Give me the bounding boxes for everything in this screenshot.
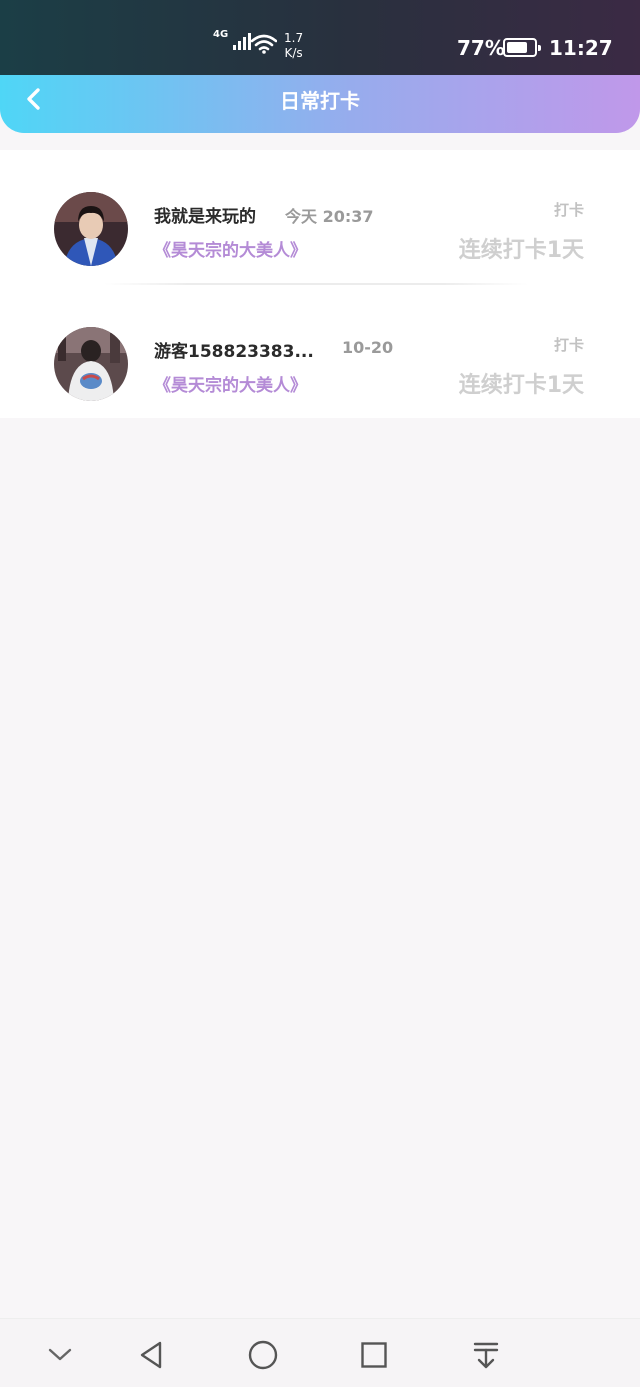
back-triangle-icon[interactable]	[131, 1335, 171, 1375]
battery-percent: 77%	[457, 36, 505, 60]
battery-icon	[503, 38, 541, 57]
avatar[interactable]	[54, 192, 128, 266]
clock: 11:27	[549, 36, 613, 60]
app-header: 日常打卡	[0, 75, 640, 133]
list-item[interactable]: 游客158823383... 10-20 《昊天宗的大美人》 打卡 连续打卡1天	[0, 315, 640, 435]
chevron-down-icon[interactable]	[40, 1335, 80, 1375]
system-nav-bar	[0, 1318, 640, 1387]
book-title[interactable]: 《昊天宗的大美人》	[154, 371, 307, 396]
user-name[interactable]: 我就是来玩的	[154, 202, 256, 227]
checkin-time: 今天 20:37	[285, 207, 374, 226]
streak-text: 连续打卡1天	[458, 373, 584, 398]
speed-unit: K/s	[284, 46, 303, 60]
network-speed: 1.7 K/s	[284, 31, 303, 61]
recents-square-icon[interactable]	[354, 1335, 394, 1375]
avatar[interactable]	[54, 327, 128, 401]
divider	[104, 283, 528, 285]
checkin-time: 10-20	[342, 338, 394, 357]
download-icon[interactable]	[466, 1335, 506, 1375]
book-title[interactable]: 《昊天宗的大美人》	[154, 236, 307, 261]
page-title: 日常打卡	[280, 89, 360, 113]
wifi-icon	[250, 34, 278, 58]
list-item[interactable]: 我就是来玩的 今天 20:37 《昊天宗的大美人》 打卡 连续打卡1天	[0, 180, 640, 300]
home-circle-icon[interactable]	[243, 1335, 283, 1375]
user-name[interactable]: 游客158823383...	[154, 337, 314, 362]
checkin-list: 我就是来玩的 今天 20:37 《昊天宗的大美人》 打卡 连续打卡1天 游客15…	[0, 150, 640, 418]
network-type: 4G	[213, 29, 229, 40]
speed-value: 1.7	[284, 31, 304, 45]
streak-text: 连续打卡1天	[458, 238, 584, 263]
checkin-tag: 打卡	[553, 336, 584, 354]
battery-fill	[507, 42, 528, 53]
checkin-tag: 打卡	[553, 201, 584, 219]
signal-icon: 4G	[213, 29, 252, 50]
